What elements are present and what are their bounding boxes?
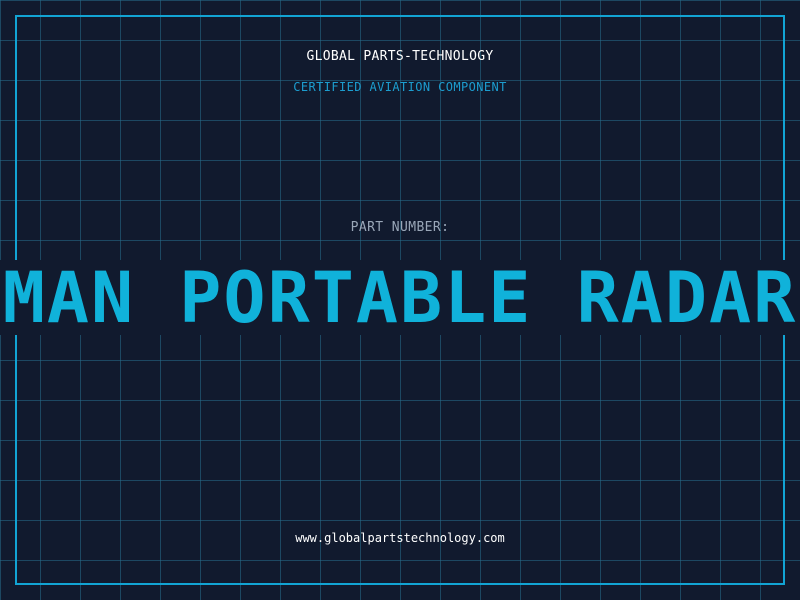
part-number-label: PART NUMBER: — [350, 220, 450, 235]
website-link[interactable]: www.globalpartstechnology.com — [0, 531, 800, 545]
part-title-band: MAN PORTABLE RADAR — [0, 260, 800, 335]
brand-tagline: CERTIFIED AVIATION COMPONENT — [293, 80, 507, 94]
part-title: MAN PORTABLE RADAR — [2, 260, 798, 335]
brand-name: GLOBAL PARTS-TECHNOLOGY — [306, 49, 494, 64]
